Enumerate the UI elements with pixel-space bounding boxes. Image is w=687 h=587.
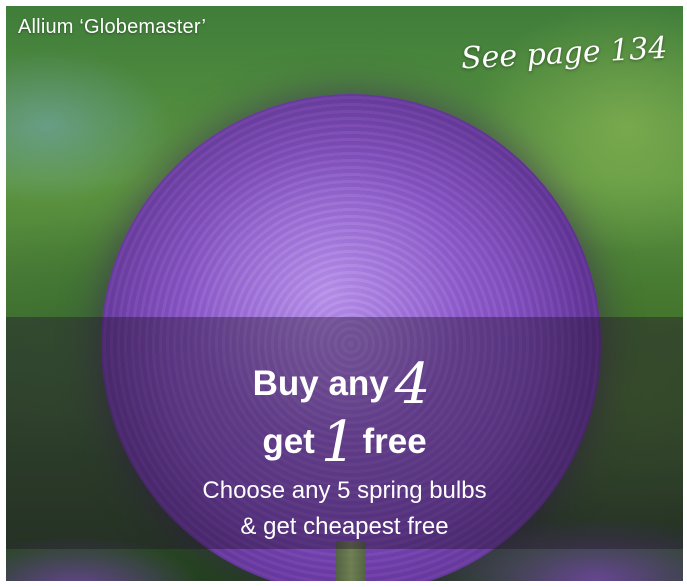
offer-block: Buy any 4 get 1 free Choose any 5 spring bu… [6,355,683,545]
offer-get: get [262,422,315,461]
offer-number-4: 4 [394,352,431,417]
see-page-link[interactable]: See page 134 [460,31,668,77]
offer-buy-any: Buy any [252,364,389,403]
offer-headline-2: get 1 free [6,410,683,475]
allium-photo: Allium ‘Globemaster’ See page 134 Buy an… [6,6,683,581]
promo-page: Allium ‘Globemaster’ See page 134 Buy an… [0,0,687,587]
offer-subline-1: Choose any 5 spring bulbs [202,477,487,504]
offer-subline-2: & get cheapest free [240,513,449,540]
photo-caption: Allium ‘Globemaster’ [18,16,207,38]
offer-free: free [362,422,427,461]
offer-headline-1: Buy any 4 [6,352,683,417]
offer-number-1: 1 [320,410,357,475]
